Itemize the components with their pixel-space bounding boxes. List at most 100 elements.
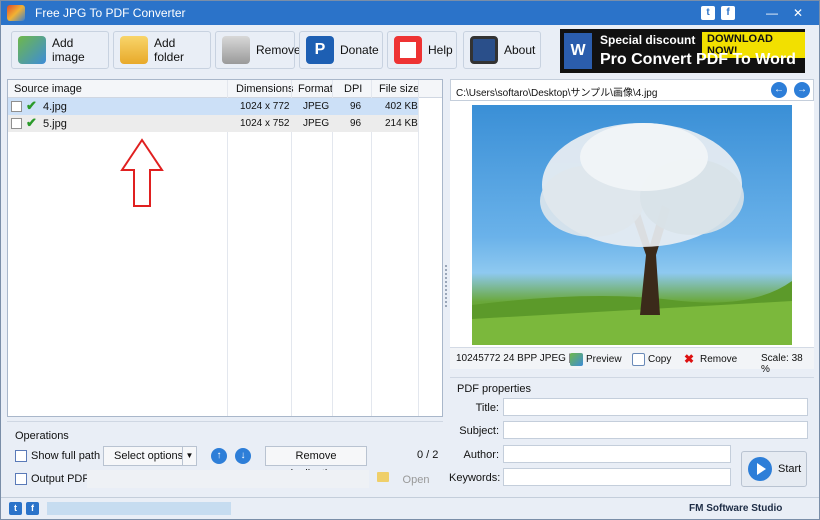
open-button[interactable]: Open bbox=[395, 470, 437, 490]
column-divider bbox=[418, 80, 419, 416]
copy-button[interactable]: Copy bbox=[632, 350, 671, 368]
brand-label: FM Software Studio bbox=[689, 503, 783, 514]
about-button[interactable]: About bbox=[463, 31, 541, 69]
output-pdf-field[interactable] bbox=[87, 470, 369, 488]
row-dpi: 96 bbox=[350, 101, 362, 112]
show-full-path-checkbox[interactable] bbox=[15, 450, 27, 462]
add-folder-label: Add folder bbox=[154, 36, 185, 64]
table-row[interactable]: ✔ 5.jpg 1024 x 752 JPEG 96 214 KB bbox=[8, 115, 418, 132]
arrow-up-annotation bbox=[120, 138, 164, 207]
about-label: About bbox=[504, 43, 536, 57]
row-size: 402 KB bbox=[385, 101, 418, 112]
move-down-button[interactable]: ↓ bbox=[235, 448, 251, 464]
folder-icon bbox=[120, 36, 148, 64]
add-image-icon bbox=[18, 36, 46, 64]
image-info: 10245772 24 BPP JPEG | bbox=[456, 353, 572, 364]
help-label: Help bbox=[428, 43, 453, 57]
keywords-label: Keywords: bbox=[449, 472, 501, 484]
preview-label: Preview bbox=[586, 353, 622, 365]
col-dpi[interactable]: DPI bbox=[344, 83, 362, 95]
table-row[interactable]: ✔ 4.jpg 1024 x 772 JPEG 96 402 KB bbox=[8, 98, 418, 115]
title-input[interactable] bbox=[503, 398, 808, 416]
play-icon bbox=[748, 457, 772, 481]
window-title: Free JPG To PDF Converter bbox=[35, 6, 186, 20]
row-size: 214 KB bbox=[385, 118, 418, 129]
monitor-icon bbox=[470, 36, 498, 64]
preview-path-bar: C:\Users\softaro\Desktop\サンプル\画像\4.jpg ←… bbox=[450, 79, 814, 101]
app-icon bbox=[7, 5, 25, 21]
donate-button[interactable]: P Donate bbox=[299, 31, 383, 69]
image-info-bar: 10245772 24 BPP JPEG | Preview Copy ✖ Re… bbox=[450, 347, 814, 375]
app-window: Free JPG To PDF Converter t f — ✕ Add im… bbox=[0, 0, 820, 520]
lifebuoy-icon bbox=[394, 36, 422, 64]
twitter-icon[interactable]: t bbox=[701, 6, 715, 20]
preview-photo bbox=[472, 105, 792, 345]
move-up-button[interactable]: ↑ bbox=[211, 448, 227, 464]
add-folder-button[interactable]: Add folder bbox=[113, 31, 211, 69]
select-options-label: Select options bbox=[114, 450, 184, 462]
row-checkbox[interactable] bbox=[11, 101, 22, 112]
facebook-icon[interactable]: f bbox=[26, 502, 39, 515]
chevron-down-icon[interactable]: ▼ bbox=[182, 447, 196, 465]
preview-path: C:\Users\softaro\Desktop\サンプル\画像\4.jpg bbox=[456, 88, 658, 99]
output-pdf-label: Output PDF: bbox=[31, 473, 93, 485]
col-dimensions[interactable]: Dimensions bbox=[236, 83, 293, 95]
banner-product: Pro Convert PDF To Word bbox=[600, 51, 796, 68]
donate-label: Donate bbox=[340, 43, 379, 57]
subject-input[interactable] bbox=[503, 421, 808, 439]
promo-banner[interactable]: W Special discount DOWNLOAD NOW! Pro Con… bbox=[560, 29, 805, 73]
row-dpi: 96 bbox=[350, 118, 362, 129]
copy-label: Copy bbox=[648, 353, 672, 365]
word-icon: W bbox=[564, 33, 592, 69]
check-icon: ✔ bbox=[26, 98, 37, 113]
remove-button[interactable]: Remove bbox=[215, 31, 301, 69]
close-button[interactable]: ✕ bbox=[787, 3, 809, 23]
minimize-button[interactable]: — bbox=[761, 3, 783, 23]
folder-icon[interactable] bbox=[377, 472, 389, 482]
remove-image-button[interactable]: ✖ Remove bbox=[684, 350, 737, 368]
file-list[interactable]: Source image Dimensions Format DPI File … bbox=[7, 79, 443, 417]
copy-icon bbox=[632, 352, 645, 366]
twitter-icon[interactable]: t bbox=[9, 502, 22, 515]
row-checkbox[interactable] bbox=[11, 118, 22, 129]
keywords-input[interactable] bbox=[503, 468, 731, 486]
start-label: Start bbox=[778, 463, 802, 475]
operations-panel: Operations Show full path Select options… bbox=[7, 421, 443, 493]
output-pdf-checkbox[interactable] bbox=[15, 473, 27, 485]
toolbar: Add image Add folder Remove P Donate Hel… bbox=[1, 25, 819, 77]
x-icon: ✖ bbox=[684, 351, 695, 366]
subject-label: Subject: bbox=[459, 425, 499, 437]
facebook-icon[interactable]: f bbox=[721, 6, 735, 20]
previous-image-button[interactable]: ← bbox=[771, 82, 787, 98]
row-dimensions: 1024 x 752 bbox=[240, 118, 290, 129]
col-file-size[interactable]: File size bbox=[379, 83, 419, 95]
row-dimensions: 1024 x 772 bbox=[240, 101, 290, 112]
add-image-label: Add image bbox=[52, 36, 85, 64]
scale-readout: Scale: 38 % bbox=[761, 353, 803, 375]
show-full-path-label: Show full path bbox=[31, 450, 101, 462]
check-icon: ✔ bbox=[26, 115, 37, 130]
operations-title: Operations bbox=[15, 430, 69, 442]
status-bar: t f FM Software Studio bbox=[1, 497, 819, 519]
remove-duplications-button[interactable]: Remove duplications bbox=[265, 446, 367, 480]
row-name: 5.jpg bbox=[43, 118, 67, 130]
col-format[interactable]: Format bbox=[298, 83, 333, 95]
tree-photo bbox=[472, 123, 792, 345]
col-source-image[interactable]: Source image bbox=[14, 83, 82, 95]
start-button[interactable]: Start bbox=[741, 451, 807, 487]
add-image-button[interactable]: Add image bbox=[11, 31, 109, 69]
preview-button[interactable]: Preview bbox=[570, 350, 622, 368]
select-options-button[interactable]: Select options ▼ bbox=[103, 446, 197, 466]
author-label: Author: bbox=[463, 449, 499, 461]
title-bar: Free JPG To PDF Converter t f — ✕ bbox=[1, 1, 819, 25]
pdf-properties-title: PDF properties bbox=[457, 383, 531, 395]
author-input[interactable] bbox=[503, 445, 731, 463]
panel-splitter[interactable] bbox=[445, 265, 447, 309]
paypal-icon: P bbox=[306, 36, 334, 64]
next-image-button[interactable]: → bbox=[794, 82, 810, 98]
file-count: 0 / 2 bbox=[417, 449, 439, 461]
help-button[interactable]: Help bbox=[387, 31, 457, 69]
preview-icon bbox=[570, 352, 583, 366]
row-format: JPEG bbox=[303, 118, 330, 129]
row-name: 4.jpg bbox=[43, 101, 67, 113]
